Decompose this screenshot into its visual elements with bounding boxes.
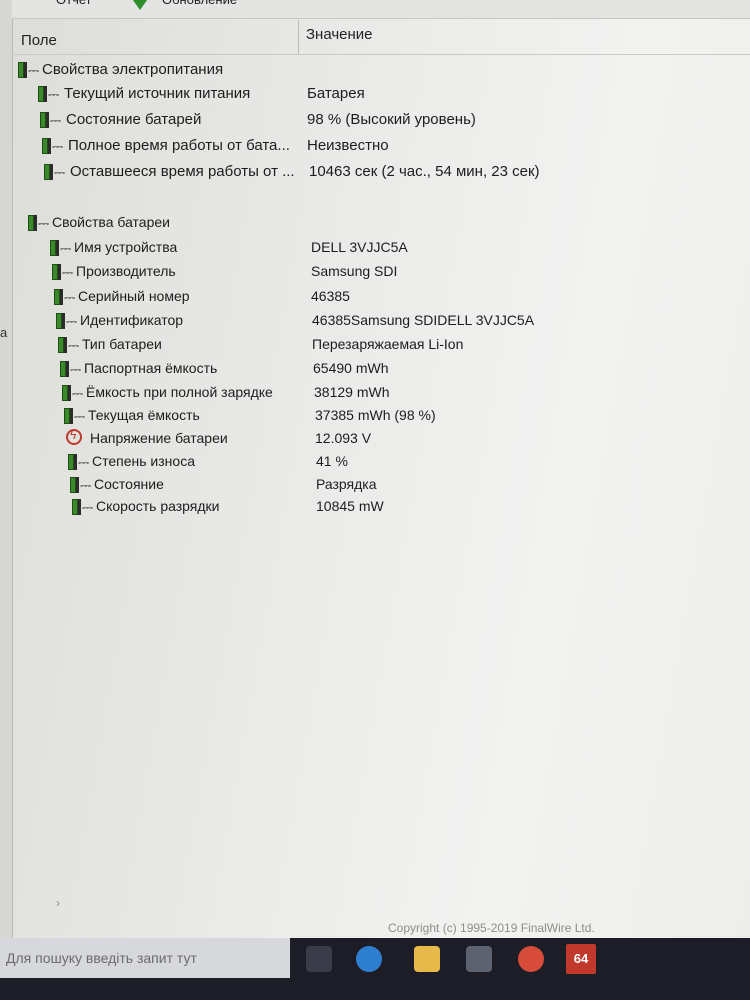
battery-icon: ⎓ <box>42 136 64 156</box>
group-title: Свойства электропитания <box>42 61 224 78</box>
battery-icon: ⎓ <box>56 311 78 331</box>
report-button[interactable]: Отчет <box>56 0 92 10</box>
property-value: Перезаряжаемая Li-Ion <box>312 336 464 352</box>
property-label: Степень износа <box>92 453 195 469</box>
battery-icon: ⎓ <box>72 497 94 517</box>
property-value: Батарея <box>307 85 365 102</box>
battery-icon: ⎓ <box>58 335 80 355</box>
taskbar-search-box[interactable]: Для пошуку введіть запит тут <box>0 938 290 978</box>
property-value: Разрядка <box>316 476 377 492</box>
property-value: DELL 3VJJC5A <box>311 239 408 255</box>
property-value: Неизвестно <box>307 137 389 154</box>
property-label: Текущий источник питания <box>64 85 251 102</box>
task-view-icon[interactable] <box>306 946 332 972</box>
property-value: 65490 mWh <box>313 360 389 376</box>
property-value: 46385Samsung SDIDELL 3VJJC5A <box>312 312 535 328</box>
edge-icon[interactable] <box>356 946 382 972</box>
column-divider[interactable] <box>298 20 299 54</box>
battery-icon: ⎓ <box>44 162 66 182</box>
property-value: 37385 mWh (98 %) <box>315 407 436 423</box>
expand-arrow-icon[interactable]: › <box>56 896 60 910</box>
refresh-check-icon[interactable] <box>130 0 150 10</box>
battery-icon: ⎓ <box>70 475 92 495</box>
property-label: Оставшееся время работы от ... <box>70 163 295 180</box>
store-icon[interactable] <box>466 946 492 972</box>
battery-icon: ⎓ <box>52 262 74 282</box>
property-value: 46385 <box>311 288 350 304</box>
battery-icon: ⎓ <box>38 84 60 104</box>
column-header-field[interactable]: Поле <box>21 32 57 49</box>
search-placeholder: Для пошуку введіть запит тут <box>6 950 197 966</box>
toolbar: Отчет Обновление <box>12 0 750 19</box>
nav-text-fragment: а <box>0 325 8 340</box>
property-label: Идентификатор <box>80 312 184 328</box>
property-label: Полное время работы от бата... <box>68 137 290 154</box>
file-explorer-icon[interactable] <box>414 946 440 972</box>
property-label: Паспортная ёмкость <box>84 360 218 376</box>
battery-icon: ⎓ <box>62 383 84 403</box>
taskbar: Для пошуку введіть запит тут 64 <box>0 938 750 1000</box>
property-value: 41 % <box>316 453 348 469</box>
property-value: 98 % (Высокий уровень) <box>307 111 476 128</box>
battery-icon: ⎓ <box>28 213 50 233</box>
battery-icon: ⎓ <box>40 110 62 130</box>
copyright-text: Copyright (c) 1995-2019 FinalWire Ltd. <box>388 921 595 935</box>
property-label: Напряжение батареи <box>90 430 228 446</box>
property-label: Имя устройства <box>74 239 178 255</box>
battery-icon: ⎓ <box>50 238 72 258</box>
property-label: Серийный номер <box>78 288 190 304</box>
refresh-button[interactable]: Обновление <box>162 0 237 10</box>
chrome-icon[interactable] <box>518 946 544 972</box>
property-value: 38129 mWh <box>314 384 390 400</box>
voltage-icon <box>66 428 88 449</box>
battery-icon: ⎓ <box>60 359 82 379</box>
navigation-pane[interactable]: а <box>0 0 13 940</box>
property-label: Скорость разрядки <box>96 498 220 514</box>
aida64-taskbar-icon[interactable]: 64 <box>566 944 596 974</box>
property-label: Состояние батарей <box>66 111 202 128</box>
property-value: 10845 mW <box>316 498 384 514</box>
battery-icon: ⎓ <box>54 287 76 307</box>
property-value: 12.093 V <box>315 430 372 446</box>
battery-icon: ⎓ <box>68 452 90 472</box>
property-label: Тип батареи <box>82 336 162 352</box>
aida64-window: а Отчет Обновление Поле Значение ⎓Свойст… <box>0 0 750 1000</box>
battery-icon: ⎓ <box>18 60 40 80</box>
battery-icon: ⎓ <box>64 406 86 426</box>
group-title: Свойства батареи <box>52 214 170 230</box>
list-header: Поле Значение <box>12 20 750 55</box>
property-label: Производитель <box>76 263 176 279</box>
property-label: Ёмкость при полной зарядке <box>86 384 273 400</box>
property-label: Состояние <box>94 476 164 492</box>
property-value: 10463 сек (2 час., 54 мин, 23 сек) <box>309 163 540 180</box>
property-label: Текущая ёмкость <box>88 407 200 423</box>
column-header-value[interactable]: Значение <box>306 26 373 43</box>
property-value: Samsung SDI <box>311 263 398 279</box>
